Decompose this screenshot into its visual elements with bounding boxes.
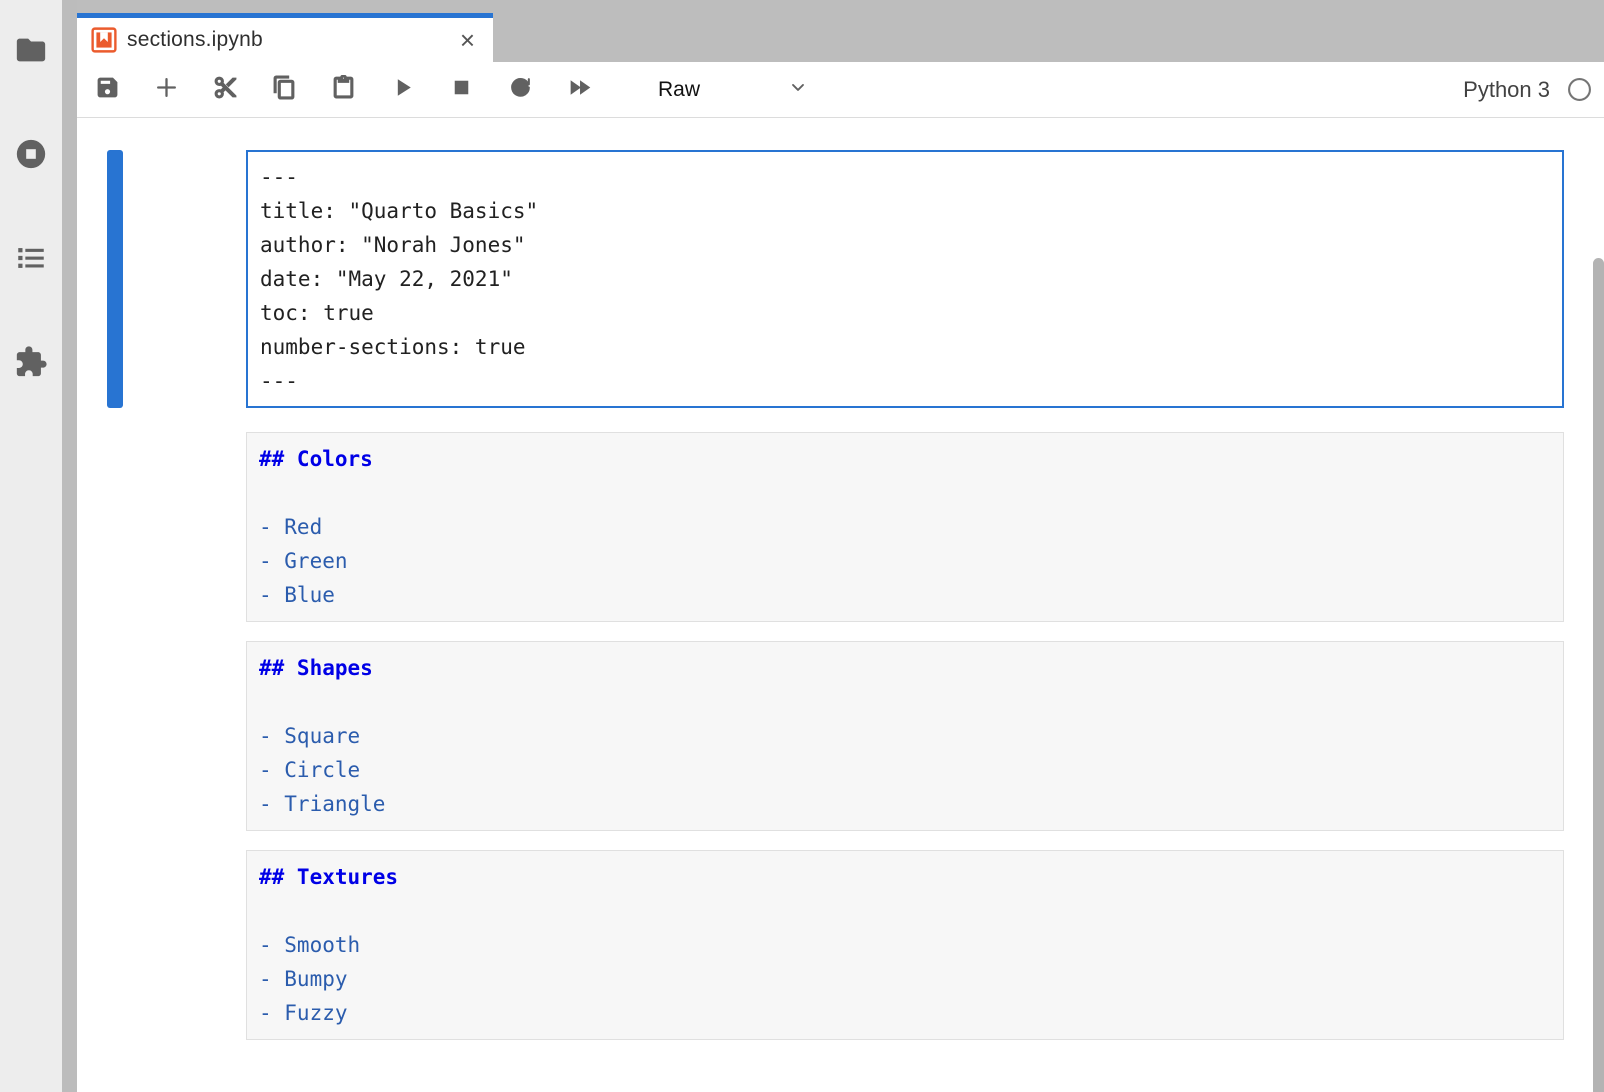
run-icon [390,75,415,105]
cell-type-value: Raw [658,78,700,102]
code-line: - Square [259,719,1551,753]
cell-collapser[interactable] [107,850,123,1040]
cell-collapser[interactable] [107,432,123,622]
notebook-panel: ---title: "Quarto Basics"author: "Norah … [77,118,1604,1092]
restart-icon [508,75,533,105]
cut-icon [213,75,238,105]
restart-kernel-button[interactable] [506,76,534,104]
vertical-scrollbar-thumb[interactable] [1593,258,1604,1092]
tab-title: sections.ipynb [127,28,263,52]
code-line: title: "Quarto Basics" [260,194,1550,228]
copy-cells-button[interactable] [270,76,298,104]
paste-icon [331,75,356,105]
jupyterlab-window: sections.ipynb × [0,0,1604,1092]
code-line: number-sections: true [260,330,1550,364]
kernel-idle-circle-icon [1567,77,1592,102]
run-cell-button[interactable] [388,76,416,104]
sidebar-item-extension-manager[interactable] [14,347,48,381]
restart-run-all-button[interactable] [565,76,593,104]
close-icon[interactable]: × [460,27,475,53]
puzzle-icon [14,345,48,384]
sidebar-item-file-browser[interactable] [14,35,48,69]
cell-prompt-area [123,432,246,622]
cell-collapser[interactable] [107,641,123,831]
code-line: --- [260,364,1550,398]
cell-editor[interactable]: ## Colors - Red- Green- Blue [246,432,1564,622]
activity-sidebar [0,0,62,1092]
cell-prompt-area [123,150,246,408]
cell-collapser[interactable] [107,150,123,408]
cell-editor[interactable]: ---title: "Quarto Basics"author: "Norah … [246,150,1564,408]
code-line: - Blue [259,578,1551,612]
notebook-cell-raw[interactable]: ---title: "Quarto Basics"author: "Norah … [107,150,1604,408]
main-dock-panel: sections.ipynb × [77,0,1604,1092]
kernel-indicator[interactable]: Python 3 [1463,77,1592,103]
notebook-cells: ---title: "Quarto Basics"author: "Norah … [107,150,1604,1040]
code-line: - Bumpy [259,962,1551,996]
save-icon [95,75,120,105]
cut-cells-button[interactable] [211,76,239,104]
code-line: - Red [259,510,1551,544]
folder-icon [14,33,48,72]
plus-icon [154,75,179,105]
code-line: - Green [259,544,1551,578]
code-line [259,894,1551,928]
notebook-icon [91,27,117,53]
fast-forward-icon [567,75,592,105]
list-icon [14,241,48,280]
cell-editor[interactable]: ## Shapes - Square- Circle- Triangle [246,641,1564,831]
notebook-cell-markdown[interactable]: ## Shapes - Square- Circle- Triangle [107,641,1604,831]
sidebar-splitter[interactable] [62,0,77,1092]
kernel-name: Python 3 [1463,77,1550,103]
code-line [259,685,1551,719]
cell-editor[interactable]: ## Textures - Smooth- Bumpy- Fuzzy [246,850,1564,1040]
cell-prompt-area [123,641,246,831]
code-line: ## Textures [259,860,1551,894]
insert-cell-button[interactable] [152,76,180,104]
code-line: ## Colors [259,442,1551,476]
notebook-toolbar: Raw Python 3 [77,62,1604,118]
stop-circle-icon [14,137,48,176]
notebook-cell-markdown[interactable]: ## Textures - Smooth- Bumpy- Fuzzy [107,850,1604,1040]
code-line: - Smooth [259,928,1551,962]
code-line: date: "May 22, 2021" [260,262,1550,296]
tab-sections-ipynb[interactable]: sections.ipynb × [77,13,493,62]
code-line: - Circle [259,753,1551,787]
save-button[interactable] [93,76,121,104]
interrupt-kernel-button[interactable] [447,76,475,104]
cell-type-dropdown[interactable]: Raw [658,77,808,102]
chevron-down-icon [788,77,808,102]
code-line: --- [260,160,1550,194]
code-line: - Fuzzy [259,996,1551,1030]
code-line: toc: true [260,296,1550,330]
code-line: - Triangle [259,787,1551,821]
code-line: author: "Norah Jones" [260,228,1550,262]
stop-icon [449,75,474,105]
paste-cells-button[interactable] [329,76,357,104]
tab-bar: sections.ipynb × [77,0,1604,62]
cell-prompt-area [123,850,246,1040]
sidebar-item-running-sessions[interactable] [14,139,48,173]
code-line [259,476,1551,510]
notebook-cell-markdown[interactable]: ## Colors - Red- Green- Blue [107,432,1604,622]
code-line: ## Shapes [259,651,1551,685]
copy-icon [272,75,297,105]
sidebar-item-table-of-contents[interactable] [14,243,48,277]
